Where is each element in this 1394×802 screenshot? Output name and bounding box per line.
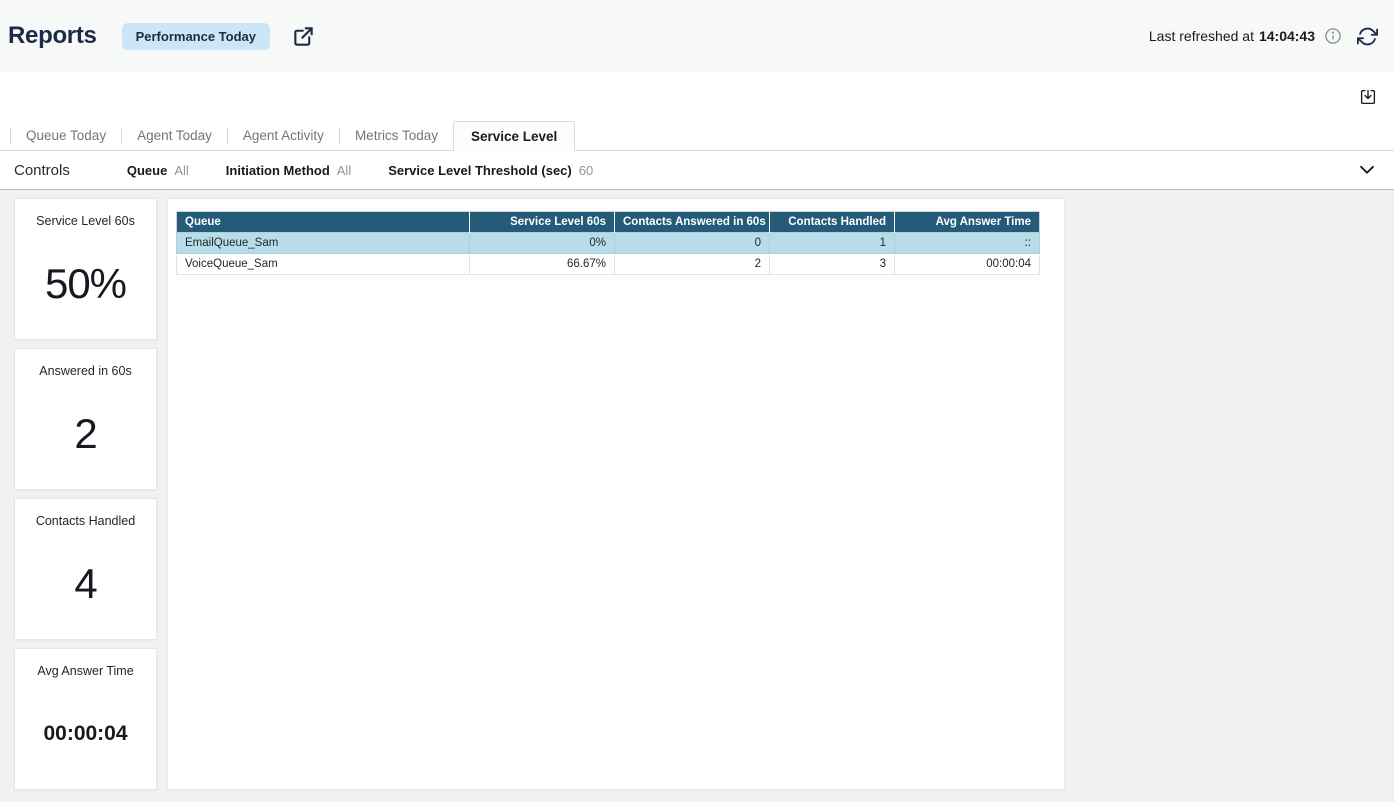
kpi-card-answered-in-60s: Answered in 60s 2 — [14, 348, 157, 490]
control-queue-label: Queue — [127, 163, 167, 178]
kpi-title: Avg Answer Time — [37, 664, 133, 678]
controls-collapse-chevron-icon[interactable] — [1356, 159, 1378, 181]
kpi-title: Service Level 60s — [36, 214, 135, 228]
kpi-value: 2 — [74, 410, 96, 458]
kpi-card-avg-answer-time: Avg Answer Time 00:00:04 — [14, 648, 157, 790]
kpi-card-contacts-handled: Contacts Handled 4 — [14, 498, 157, 640]
cell-contacts-answered[interactable]: 2 — [615, 254, 770, 275]
dashboard-chrome: Queue Today Agent Today Agent Activity M… — [0, 72, 1394, 190]
column-header-contacts-answered-in-60s[interactable]: Contacts Answered in 60s — [615, 212, 770, 233]
column-header-service-level-60s[interactable]: Service Level 60s — [470, 212, 615, 233]
control-initiation-method-value[interactable]: All — [337, 163, 351, 178]
controls-bar: Controls Queue All Initiation Method All… — [0, 151, 1394, 190]
download-button[interactable] — [1359, 88, 1377, 106]
control-initiation-method-label: Initiation Method — [226, 163, 330, 178]
cell-avg-answer-time[interactable]: :: — [895, 233, 1040, 254]
kpi-value: 50% — [45, 260, 126, 308]
refresh-icon — [1357, 26, 1378, 47]
cell-queue[interactable]: VoiceQueue_Sam — [177, 254, 470, 275]
last-refreshed-text: Last refreshed at 14:04:43 — [1149, 28, 1315, 44]
kpi-value-wrap: 4 — [15, 528, 156, 639]
reports-page: Reports Performance Today Last refreshed… — [0, 0, 1394, 802]
kpi-title: Answered in 60s — [39, 364, 131, 378]
control-queue-value[interactable]: All — [174, 163, 188, 178]
tab-queue-today[interactable]: Queue Today — [11, 122, 121, 150]
kpi-value: 00:00:04 — [43, 722, 127, 746]
cell-service-level[interactable]: 66.67% — [470, 254, 615, 275]
tab-agent-today[interactable]: Agent Today — [122, 122, 227, 150]
open-external-button[interactable] — [292, 25, 315, 48]
column-header-contacts-handled[interactable]: Contacts Handled — [770, 212, 895, 233]
kpi-title: Contacts Handled — [36, 514, 135, 528]
external-link-icon — [292, 25, 315, 48]
kpi-card-service-level: Service Level 60s 50% — [14, 198, 157, 340]
control-service-level-threshold[interactable]: Service Level Threshold (sec) 60 — [388, 163, 593, 178]
control-service-level-threshold-label: Service Level Threshold (sec) — [388, 163, 572, 178]
dashboard-content: Service Level 60s 50% Answered in 60s 2 … — [0, 190, 1394, 802]
export-row — [0, 72, 1394, 122]
header-right: Last refreshed at 14:04:43 — [1149, 26, 1378, 47]
page-title: Reports — [8, 22, 97, 50]
info-icon[interactable] — [1324, 27, 1342, 45]
kpi-value-wrap: 50% — [15, 228, 156, 339]
last-refreshed-time: 14:04:43 — [1259, 28, 1315, 44]
page-header: Reports Performance Today Last refreshed… — [0, 0, 1394, 72]
performance-today-badge: Performance Today — [122, 23, 270, 50]
tab-agent-activity[interactable]: Agent Activity — [228, 122, 339, 150]
service-level-table-panel: Queue Service Level 60s Contacts Answere… — [167, 198, 1065, 790]
cell-contacts-handled[interactable]: 1 — [770, 233, 895, 254]
cell-contacts-answered[interactable]: 0 — [615, 233, 770, 254]
tab-metrics-today[interactable]: Metrics Today — [340, 122, 453, 150]
control-initiation-method[interactable]: Initiation Method All — [226, 163, 351, 178]
last-refreshed-label: Last refreshed at — [1149, 28, 1254, 44]
table-row-voicequeue: VoiceQueue_Sam 66.67% 2 3 00:00:04 — [177, 254, 1040, 275]
cell-avg-answer-time[interactable]: 00:00:04 — [895, 254, 1040, 275]
sheet-tab-bar: Queue Today Agent Today Agent Activity M… — [0, 122, 1394, 151]
kpi-value-wrap: 00:00:04 — [15, 678, 156, 789]
kpi-value-wrap: 2 — [15, 378, 156, 489]
refresh-button[interactable] — [1357, 26, 1378, 47]
service-level-table: Queue Service Level 60s Contacts Answere… — [176, 211, 1040, 275]
control-queue[interactable]: Queue All — [127, 163, 189, 178]
column-header-avg-answer-time[interactable]: Avg Answer Time — [895, 212, 1040, 233]
table-row-emailqueue: EmailQueue_Sam 0% 0 1 :: — [177, 233, 1040, 254]
download-icon — [1359, 88, 1377, 106]
header-left: Reports Performance Today — [8, 22, 315, 50]
control-service-level-threshold-value[interactable]: 60 — [579, 163, 593, 178]
table-header-row: Queue Service Level 60s Contacts Answere… — [177, 212, 1040, 233]
cell-service-level[interactable]: 0% — [470, 233, 615, 254]
kpi-value: 4 — [74, 560, 96, 608]
column-header-queue[interactable]: Queue — [177, 212, 470, 233]
controls-title: Controls — [14, 162, 70, 179]
cell-queue[interactable]: EmailQueue_Sam — [177, 233, 470, 254]
tab-service-level[interactable]: Service Level — [453, 121, 575, 151]
cell-contacts-handled[interactable]: 3 — [770, 254, 895, 275]
